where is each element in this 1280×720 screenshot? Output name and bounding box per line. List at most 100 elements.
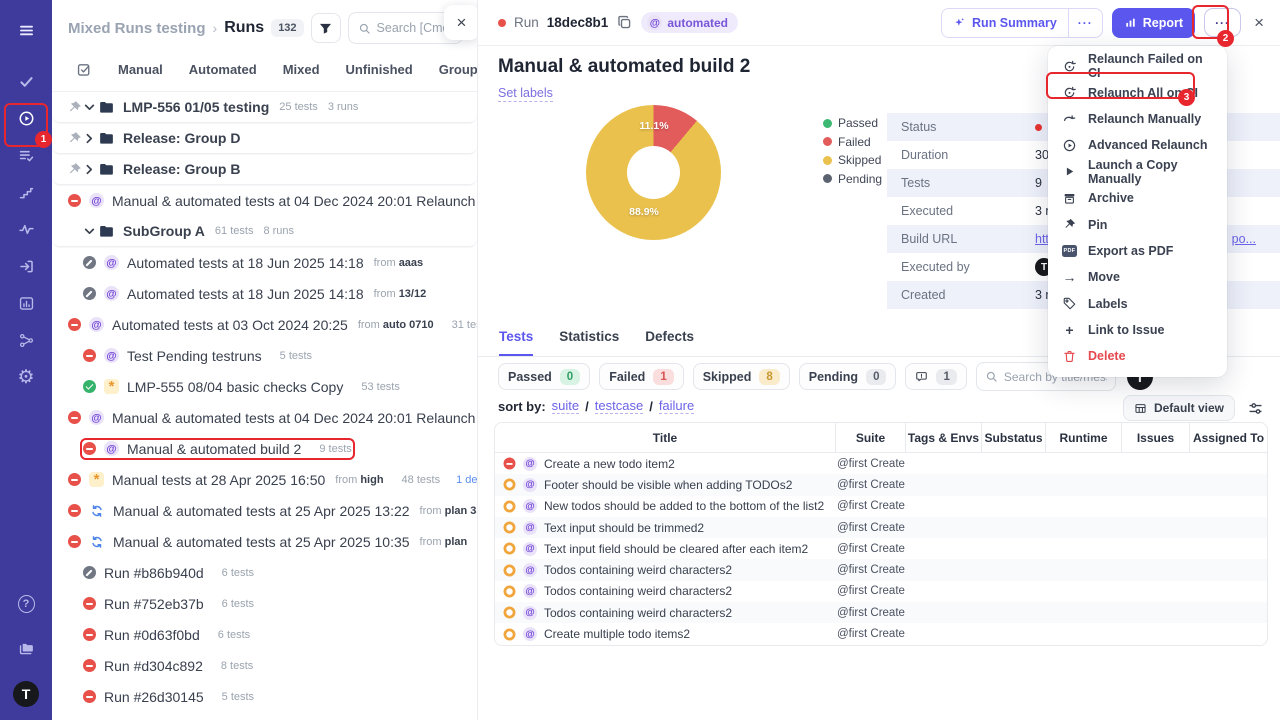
test-row[interactable]: @ Create a new todo item2 @first Create ..…	[495, 453, 1267, 474]
run-row[interactable]: Run #b86b940d 6 tests	[52, 557, 477, 588]
run-row[interactable]: @ Automated tests at 03 Oct 2024 20:25 fro…	[52, 309, 477, 340]
test-row[interactable]: @ New todos should be added to the bottom…	[495, 496, 1267, 517]
folder-row[interactable]: Release: Group B	[52, 154, 477, 185]
test-row[interactable]: @ Footer should be visible when adding TO…	[495, 474, 1267, 496]
automated-badge[interactable]: @ automated	[641, 12, 738, 33]
folder-row[interactable]: SubGroup A 61 tests 8 runs	[52, 216, 477, 247]
nav-list-check-button[interactable]	[6, 137, 46, 174]
copy-icon[interactable]	[616, 14, 633, 31]
test-row[interactable]: @ Text input field should be cleared afte…	[495, 538, 1267, 559]
nav-branch-button[interactable]	[6, 322, 46, 359]
run-row[interactable]: @ Automated tests at 18 Jun 2025 14:18 fro…	[52, 247, 477, 278]
run-close-icon[interactable]: ×	[1254, 13, 1264, 33]
menu-item-move[interactable]: → Move	[1048, 264, 1227, 290]
column-header-tags-envs[interactable]: Tags & Envs	[905, 423, 981, 452]
run-row[interactable]: Run #752eb37b 6 tests	[52, 588, 477, 619]
column-header-suite[interactable]: Suite	[835, 423, 905, 452]
runs-tab-manual[interactable]: Manual	[105, 59, 176, 80]
nav-steps-button[interactable]	[6, 174, 46, 211]
menu-item-link-to-issue[interactable]: + Link to Issue	[1048, 317, 1227, 343]
column-header-issues[interactable]: Issues	[1121, 423, 1189, 452]
menu-item-labels[interactable]: Labels	[1048, 291, 1227, 317]
set-labels-link[interactable]: Set labels	[498, 86, 553, 102]
runs-tab-automated[interactable]: Automated	[176, 59, 270, 80]
nav-pulse-button[interactable]	[6, 211, 46, 248]
build-url-link-end[interactable]: po...	[1232, 232, 1256, 246]
legend-passed[interactable]: Passed	[823, 116, 882, 130]
nav-gear-button[interactable]: ⚙	[6, 359, 46, 396]
test-title: Create multiple todo items2	[544, 627, 691, 642]
nav-folders-button[interactable]	[6, 630, 46, 667]
run-more-button[interactable]: ···	[1204, 8, 1242, 37]
run-summary-more-button[interactable]: ···	[1067, 8, 1102, 37]
nav-check-button[interactable]	[6, 63, 46, 100]
column-header-substatus[interactable]: Substatus	[981, 423, 1045, 452]
runs-tab-groups[interactable]: Groups	[426, 59, 477, 80]
legend-failed[interactable]: Failed	[823, 135, 882, 149]
run-row[interactable]: @ Manual & automated tests at 04 Dec 2024…	[52, 402, 477, 433]
chip-comments[interactable]: 1	[905, 363, 967, 390]
test-row[interactable]: @ Todos containing weird characters2 @firs…	[495, 602, 1267, 624]
menu-item-delete[interactable]: Delete	[1048, 343, 1227, 369]
sort-option-testcase[interactable]: testcase	[594, 398, 644, 414]
run-row[interactable]: Manual & automated tests at 25 Apr 2025 …	[52, 495, 477, 526]
menu-item-launch-a-copy-manually[interactable]: Launch a Copy Manually	[1048, 158, 1227, 186]
filter-button[interactable]	[310, 13, 341, 43]
nav-help-button[interactable]: ?	[6, 585, 46, 622]
sort-option-suite[interactable]: suite	[551, 398, 580, 414]
run-row-title: Run #26d30145	[104, 688, 204, 705]
panel-close-button[interactable]: ×	[444, 5, 477, 40]
nav-bar-chart-button[interactable]	[6, 285, 46, 322]
column-header-assigned-to[interactable]: Assigned To	[1189, 423, 1267, 452]
tab-statistics[interactable]: Statistics	[559, 329, 619, 356]
run-row[interactable]: @ Manual & automated tests at 04 Dec 2024…	[52, 185, 477, 216]
runs-tab-mixed[interactable]: Mixed	[270, 59, 333, 80]
report-button[interactable]: Report	[1111, 7, 1196, 38]
menu-item-relaunch-all-on-ci[interactable]: Relaunch All on CI	[1048, 79, 1227, 105]
tab-tests[interactable]: Tests	[499, 329, 534, 356]
test-row[interactable]: @ Text input should be trimmed2 @first Cre…	[495, 516, 1267, 539]
nav-avatar-button[interactable]: T	[6, 675, 46, 712]
test-row[interactable]: @ Todos containing weird characters2 @firs…	[495, 559, 1267, 581]
nav-play-circle-button[interactable]	[6, 100, 46, 137]
default-view-button[interactable]: Default view	[1122, 395, 1235, 421]
legend-skipped[interactable]: Skipped	[823, 153, 882, 167]
breadcrumb-project[interactable]: Mixed Runs testing	[68, 20, 206, 37]
column-header-title[interactable]: Title	[495, 423, 835, 452]
folder-row[interactable]: LMP-556 01/05 testing 25 tests 3 runs	[52, 92, 477, 123]
run-summary-button[interactable]: Run Summary	[942, 8, 1068, 37]
run-row[interactable]: Run #26d30145 5 tests	[52, 681, 477, 712]
nav-login-button[interactable]	[6, 248, 46, 285]
run-row[interactable]: Run #d304c892 8 tests	[52, 650, 477, 681]
menu-item-export-as-pdf[interactable]: PDF Export as PDF	[1048, 238, 1227, 264]
tab-defects[interactable]: Defects	[645, 329, 694, 356]
runs-tab-unfinished[interactable]: Unfinished	[333, 59, 426, 80]
run-row[interactable]: @ Manual & automated build 2 9 tests	[52, 433, 477, 464]
column-header-runtime[interactable]: Runtime	[1045, 423, 1121, 452]
run-row[interactable]: @ Automated tests at 18 Jun 2025 14:18 fro…	[52, 278, 477, 309]
run-row[interactable]: Run #0d63f0bd 6 tests	[52, 619, 477, 650]
test-row[interactable]: @ Todos containing weird characters2 @firs…	[495, 581, 1267, 602]
run-row[interactable]: Manual & automated tests at 25 Apr 2025 …	[52, 526, 477, 557]
folder-row[interactable]: Release: Group D	[52, 123, 477, 154]
nav-hamburger-button[interactable]	[6, 12, 46, 49]
chip-pending[interactable]: Pending 0	[798, 363, 897, 390]
run-defects-link[interactable]: 1 defects	[456, 474, 477, 486]
menu-item-pin[interactable]: Pin	[1048, 211, 1227, 237]
menu-item-archive[interactable]: Archive	[1048, 185, 1227, 211]
legend-pending[interactable]: Pending	[823, 172, 882, 186]
column-settings-icon[interactable]	[1247, 400, 1264, 417]
sort-option-failure[interactable]: failure	[658, 398, 695, 414]
test-row[interactable]: @ Create multiple todo items2 @first Creat…	[495, 623, 1267, 644]
breadcrumb-page[interactable]: Runs	[224, 19, 264, 37]
chip-passed[interactable]: Passed 0	[498, 363, 591, 390]
chip-failed[interactable]: Failed 1	[599, 363, 684, 390]
run-row[interactable]: * LMP-555 08/04 basic checks Copy 53 tests	[52, 371, 477, 402]
run-row[interactable]: * Manual tests at 28 Apr 2025 16:50 from h…	[52, 464, 477, 495]
chip-skipped[interactable]: Skipped 8	[692, 363, 790, 390]
menu-item-relaunch-manually[interactable]: Relaunch Manually	[1048, 106, 1227, 132]
runs-search-input[interactable]	[376, 21, 453, 35]
run-row[interactable]: @ Test Pending testruns 5 tests	[52, 340, 477, 371]
menu-item-advanced-relaunch[interactable]: Advanced Relaunch	[1048, 132, 1227, 158]
menu-item-relaunch-failed-on-ci[interactable]: Relaunch Failed on CI	[1048, 52, 1227, 80]
